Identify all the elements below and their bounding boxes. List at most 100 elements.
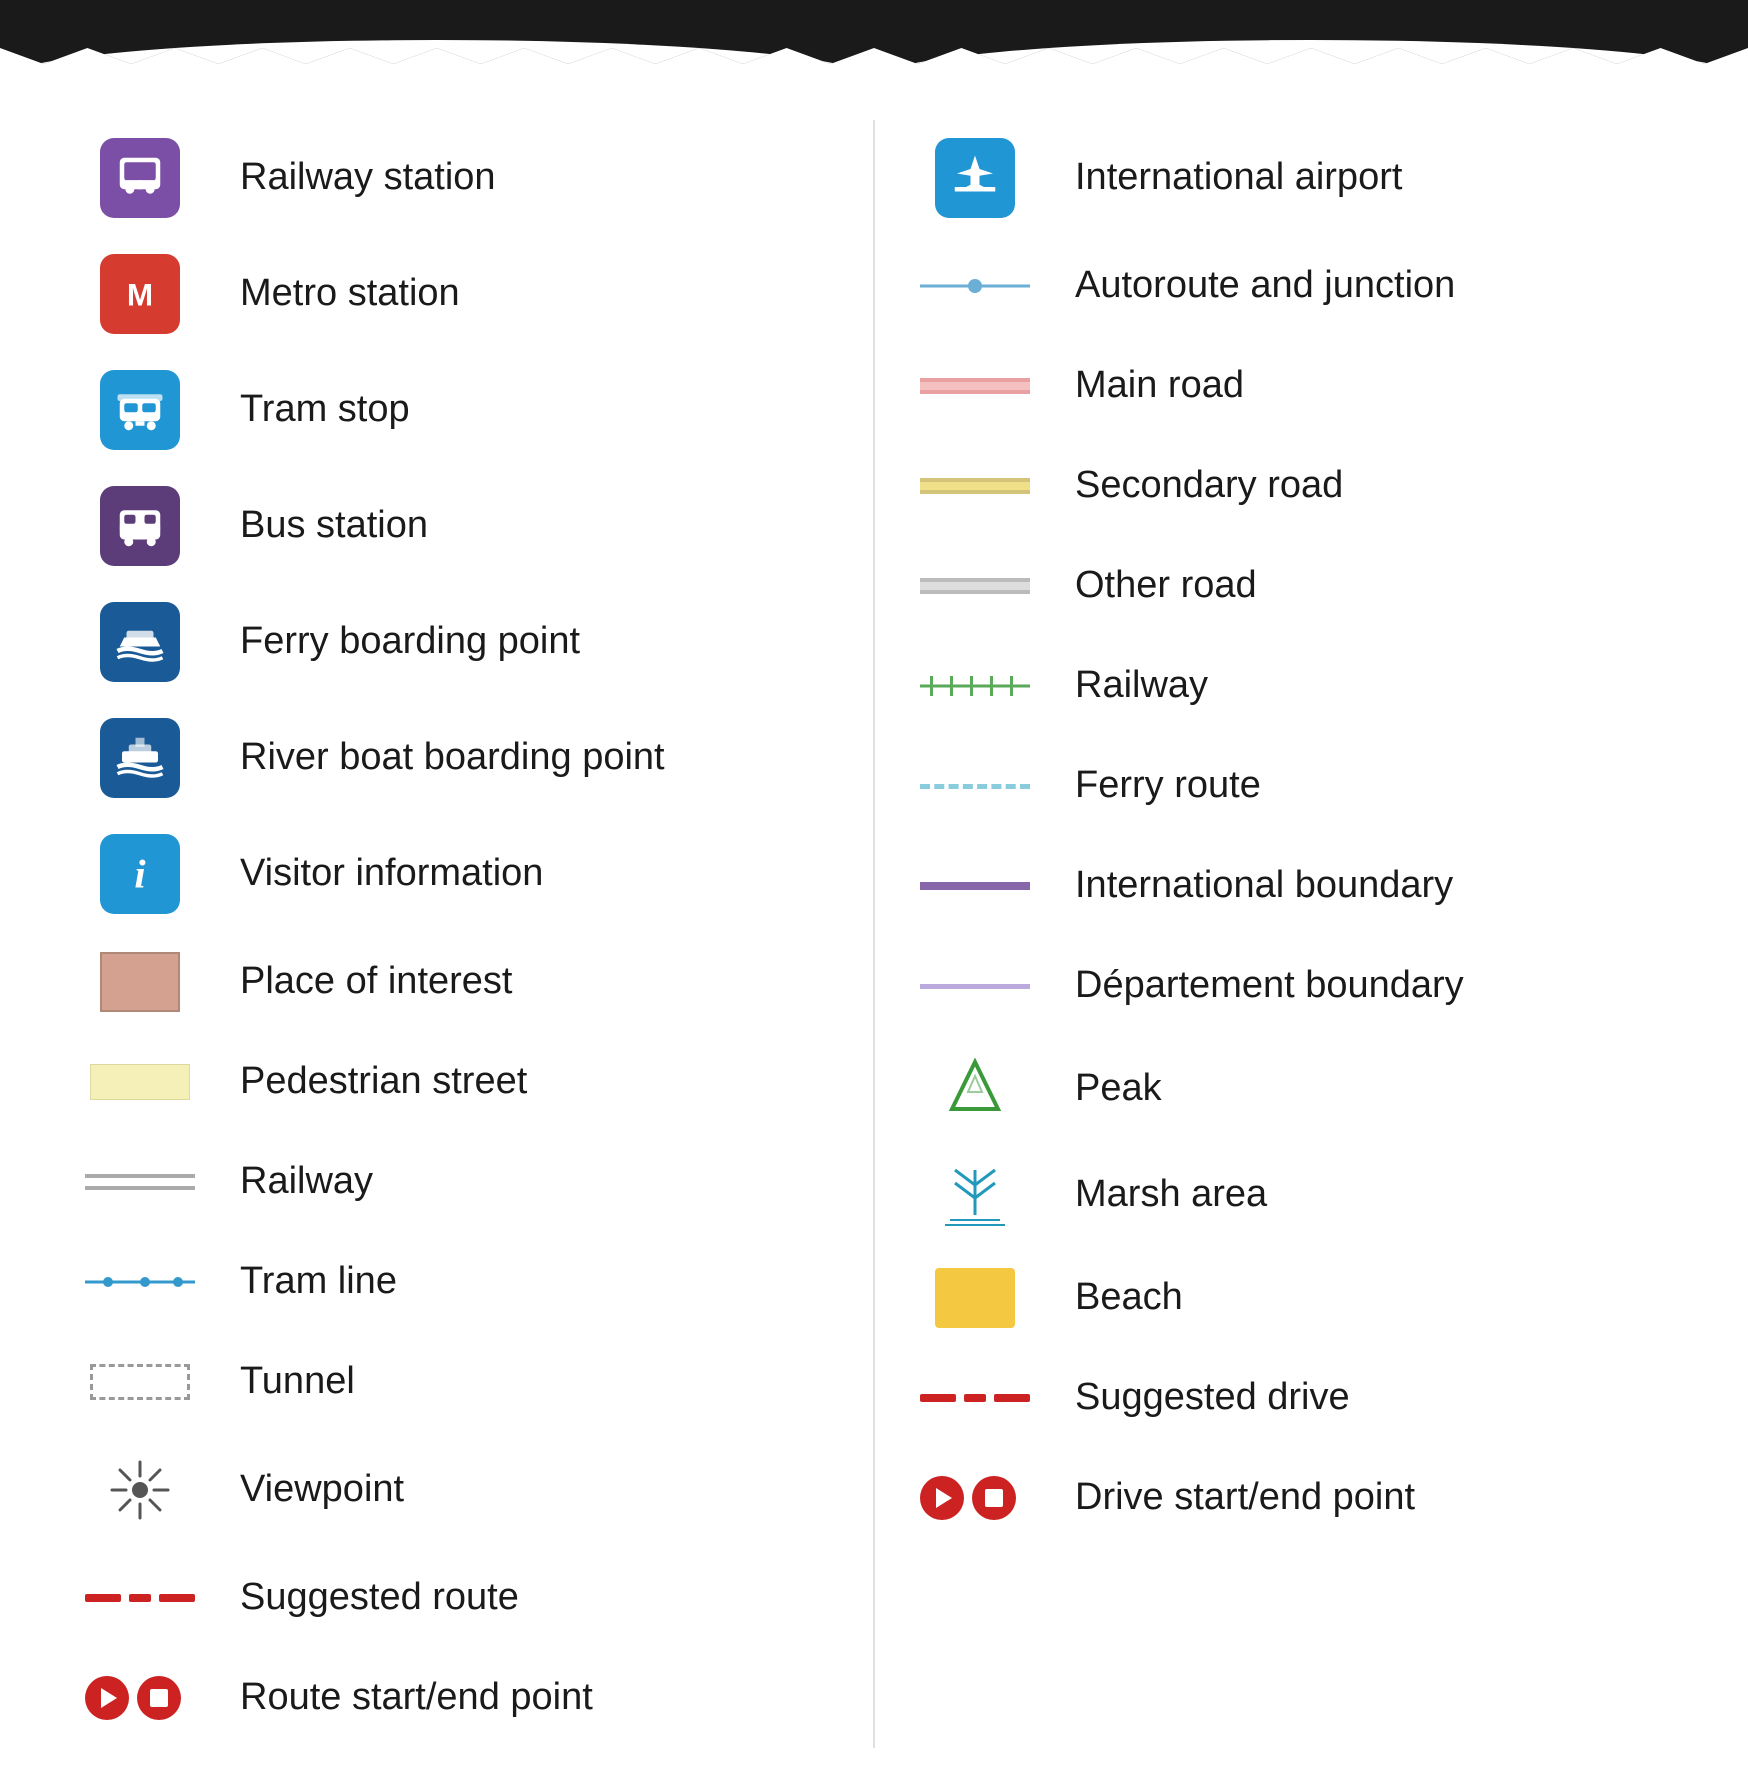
visitor-info-label: Visitor information <box>240 849 543 898</box>
visitor-info-icon: i <box>100 834 180 914</box>
legend-item-metro-station: M Metro station <box>60 236 853 352</box>
suggested-drive-icon <box>920 1394 1030 1402</box>
viewpoint-icon <box>100 1450 180 1530</box>
tram-line-icon-container <box>80 1270 200 1294</box>
drive-dash-2 <box>964 1394 985 1402</box>
ferry-boarding-icon <box>100 602 180 682</box>
legend-item-place-of-interest: Place of interest <box>60 932 853 1032</box>
secondary-road-icon <box>920 474 1030 498</box>
metro-station-icon-container: M <box>80 254 200 334</box>
railway-right-label: Railway <box>1075 661 1208 710</box>
peak-icon-container <box>915 1054 1035 1124</box>
other-road-bottom <box>920 590 1030 594</box>
airport-icon <box>935 138 1015 218</box>
railway-left-icon <box>85 1170 195 1194</box>
legend-item-main-road: Main road <box>895 336 1688 436</box>
drive-start-end-icon <box>920 1476 1030 1520</box>
legend-item-railway-left: Railway <box>60 1132 853 1232</box>
route-play-icon <box>85 1676 129 1720</box>
drive-dash-3 <box>994 1394 1030 1402</box>
main-road-label: Main road <box>1075 361 1244 410</box>
legend-item-railway-station: Railway station <box>60 120 853 236</box>
tram-stop-icon-container <box>80 370 200 450</box>
suggested-drive-label: Suggested drive <box>1075 1373 1350 1422</box>
left-column: Railway station M Metro station <box>60 120 853 1748</box>
airport-label: International airport <box>1075 153 1402 202</box>
bus-station-label: Bus station <box>240 501 428 550</box>
other-road-label: Other road <box>1075 561 1257 610</box>
right-column: International airport Autoroute and junc… <box>895 120 1688 1748</box>
ferry-svg <box>113 615 167 669</box>
legend-item-secondary-road: Secondary road <box>895 436 1688 536</box>
river-boat-label: River boat boarding point <box>240 733 665 782</box>
airport-svg <box>948 151 1002 205</box>
marsh-icon-container <box>915 1160 1035 1230</box>
tram-svg <box>113 383 167 437</box>
railway-left-icon-container <box>80 1170 200 1194</box>
autoroute-icon-container <box>915 274 1035 298</box>
legend-item-other-road: Other road <box>895 536 1688 636</box>
railway-station-label: Railway station <box>240 153 496 202</box>
tunnel-icon-container <box>80 1364 200 1400</box>
suggested-route-icon-container <box>80 1594 200 1602</box>
tram-dot-3 <box>173 1277 183 1287</box>
secondary-road-icon-container <box>915 474 1035 498</box>
place-of-interest-label: Place of interest <box>240 957 512 1006</box>
legend-item-suggested-route: Suggested route <box>60 1548 853 1648</box>
tram-line-icon <box>85 1270 195 1294</box>
legend-item-pedestrian-street: Pedestrian street <box>60 1032 853 1132</box>
top-decoration <box>0 0 1748 80</box>
route-stop-icon <box>137 1676 181 1720</box>
legend-item-marsh: Marsh area <box>895 1142 1688 1248</box>
legend-item-ferry-boarding: Ferry boarding point <box>60 584 853 700</box>
tram-dot-2 <box>140 1277 150 1287</box>
bus-svg <box>113 499 167 553</box>
place-of-interest-icon <box>100 952 180 1012</box>
pedestrian-street-label: Pedestrian street <box>240 1057 527 1106</box>
pedestrian-street-icon-container <box>80 1064 200 1100</box>
legend-item-intl-airport: International airport <box>895 120 1688 236</box>
ferry-route-label: Ferry route <box>1075 761 1261 810</box>
legend-item-tram-stop: Tram stop <box>60 352 853 468</box>
river-boat-icon <box>100 718 180 798</box>
drive-start-end-label: Drive start/end point <box>1075 1473 1415 1522</box>
legend-item-dept-boundary: Département boundary <box>895 936 1688 1036</box>
legend-item-peak: Peak <box>895 1036 1688 1142</box>
wave-left <box>0 0 874 80</box>
legend-item-route-start-end: Route start/end point <box>60 1648 853 1748</box>
wave-right <box>874 0 1748 80</box>
legend-item-autoroute: Autoroute and junction <box>895 236 1688 336</box>
beach-label: Beach <box>1075 1273 1183 1322</box>
metro-station-icon: M <box>100 254 180 334</box>
main-road-icon-container <box>915 374 1035 398</box>
drive-stop-icon <box>972 1476 1016 1520</box>
intl-boundary-label: International boundary <box>1075 861 1453 910</box>
peak-label: Peak <box>1075 1064 1162 1113</box>
beach-icon-container <box>915 1268 1035 1328</box>
info-svg: i <box>113 847 167 901</box>
other-road-fill <box>920 582 1030 590</box>
railway-left-label: Railway <box>240 1157 373 1206</box>
dept-boundary-icon <box>920 984 1030 989</box>
pedestrian-street-icon <box>90 1064 190 1100</box>
ferry-route-icon-container <box>915 784 1035 789</box>
legend-item-bus-station: Bus station <box>60 468 853 584</box>
tie-4 <box>990 676 993 696</box>
dept-boundary-icon-container <box>915 984 1035 989</box>
route-dash-2 <box>129 1594 150 1602</box>
tie-2 <box>950 676 953 696</box>
peak-icon <box>940 1054 1010 1124</box>
legend-item-ferry-route: Ferry route <box>895 736 1688 836</box>
tie-5 <box>1010 676 1013 696</box>
tie-3 <box>970 676 973 696</box>
grey-rail-bottom <box>85 1186 195 1190</box>
main-road-icon <box>920 374 1030 398</box>
viewpoint-icon-container <box>80 1450 200 1530</box>
autoroute-icon <box>920 274 1030 298</box>
suggested-route-icon <box>85 1594 195 1602</box>
dept-boundary-label: Département boundary <box>1075 961 1464 1010</box>
legend-item-drive-start-end: Drive start/end point <box>895 1448 1688 1548</box>
drive-dash-1 <box>920 1394 956 1402</box>
airport-icon-container <box>915 138 1035 218</box>
river-boat-icon-container <box>80 718 200 798</box>
